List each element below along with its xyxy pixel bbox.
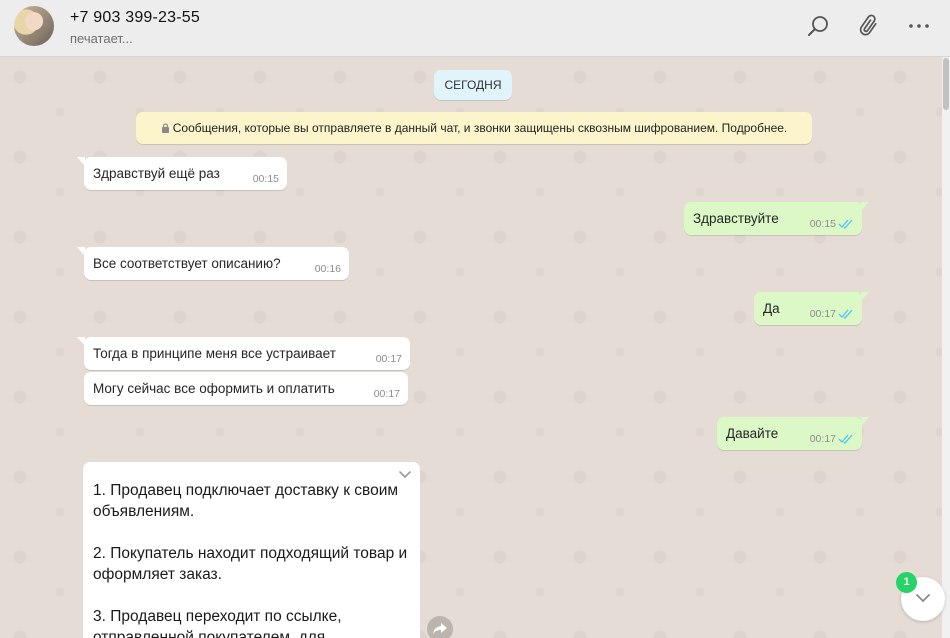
contact-avatar[interactable] bbox=[14, 6, 54, 46]
search-icon[interactable] bbox=[806, 13, 832, 39]
chevron-down-icon bbox=[916, 594, 930, 603]
message-time: 00:17 bbox=[373, 388, 400, 400]
scrollbar[interactable] bbox=[942, 57, 950, 638]
message-text: Могу сейчас все оформить и оплатить bbox=[93, 381, 335, 396]
message-incoming[interactable]: Здравствуй ещё раз 00:15 bbox=[77, 157, 287, 190]
message-time: 00:15 bbox=[809, 218, 836, 230]
forward-button[interactable] bbox=[427, 616, 453, 638]
message-text: Здравствуйте bbox=[693, 211, 779, 226]
chat-header: +7 903 399-23-55 печатает... bbox=[0, 0, 950, 57]
encryption-notice[interactable]: Сообщения, которые вы отправляете в данн… bbox=[136, 112, 812, 144]
message-incoming[interactable]: Могу сейчас все оформить и оплатить 00:1… bbox=[84, 372, 408, 405]
message-text: Тогда в принципе меня все устраивает bbox=[93, 346, 336, 361]
image-message[interactable]: 1. Продавец подключает доставку к своим … bbox=[83, 462, 420, 638]
forward-icon bbox=[433, 623, 447, 634]
message-time: 00:17 bbox=[809, 308, 836, 320]
image-text-paragraph: 1. Продавец подключает доставку к своим … bbox=[93, 482, 399, 520]
message-text: Здравствуй ещё раз bbox=[93, 166, 220, 181]
chevron-down-icon[interactable] bbox=[398, 470, 412, 480]
encryption-notice-text: Сообщения, которые вы отправляете в данн… bbox=[172, 121, 788, 135]
message-time: 00:15 bbox=[252, 173, 279, 185]
unread-badge: 1 bbox=[896, 572, 917, 593]
message-outgoing[interactable]: Да 00:17 bbox=[754, 292, 869, 325]
attach-icon[interactable] bbox=[856, 13, 882, 39]
contact-status: печатает... bbox=[70, 31, 133, 46]
read-ticks-icon bbox=[838, 219, 853, 229]
lock-icon bbox=[161, 123, 169, 133]
message-incoming[interactable]: Тогда в принципе меня все устраивает 00:… bbox=[77, 337, 410, 370]
read-ticks-icon bbox=[838, 309, 853, 319]
menu-icon[interactable] bbox=[906, 13, 932, 39]
contact-name[interactable]: +7 903 399-23-55 bbox=[70, 9, 200, 27]
image-text-paragraph: 3. Продавец переходит по ссылке, отправл… bbox=[93, 608, 342, 638]
message-incoming[interactable]: Все соответствует описанию? 00:16 bbox=[77, 247, 349, 280]
date-divider: СЕГОДНЯ bbox=[434, 70, 512, 100]
read-ticks-icon bbox=[838, 434, 853, 444]
message-text: Да bbox=[763, 301, 780, 316]
message-time: 00:17 bbox=[375, 353, 402, 365]
message-time: 00:17 bbox=[809, 433, 836, 445]
message-text: Все соответствует описанию? bbox=[93, 256, 281, 271]
message-time: 00:16 bbox=[314, 263, 341, 275]
message-outgoing[interactable]: Здравствуйте 00:15 bbox=[684, 202, 869, 235]
message-text: Давайте bbox=[726, 426, 779, 441]
message-outgoing[interactable]: Давайте 00:17 bbox=[717, 417, 869, 450]
scrollbar-thumb[interactable] bbox=[943, 58, 949, 110]
image-message-content: 1. Продавец подключает доставку к своим … bbox=[93, 480, 413, 638]
image-text-paragraph: 2. Покупатель находит подходящий товар и… bbox=[93, 545, 408, 583]
